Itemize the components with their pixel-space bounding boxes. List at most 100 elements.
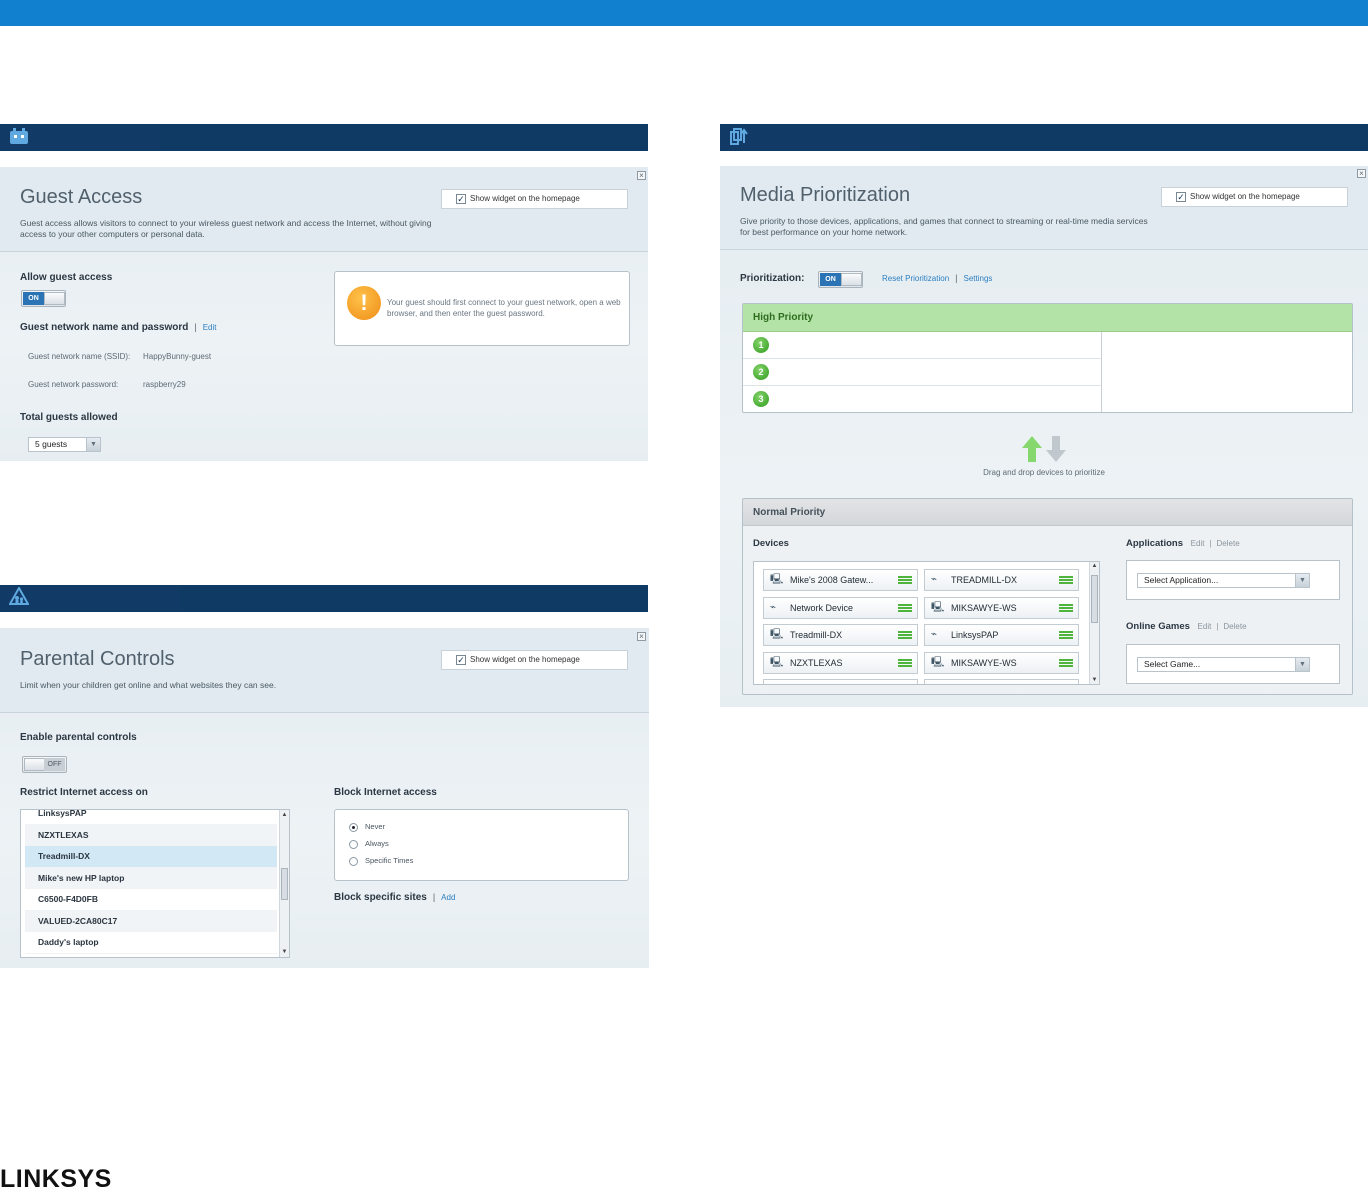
radio-never[interactable]: Never xyxy=(349,822,385,832)
media-prioritization-section-tab xyxy=(720,126,920,150)
device-name: Network Device xyxy=(790,602,854,613)
drag-handle-icon[interactable] xyxy=(898,658,912,667)
allow-guest-access-label: Allow guest access xyxy=(20,272,113,283)
device-chip[interactable]: 🖳 MIKSAWYE-WS xyxy=(924,651,1079,674)
show-widget-label: Show widget on the homepage xyxy=(470,655,580,664)
drag-arrows-icon xyxy=(1020,434,1072,464)
router-icon: ⌁ xyxy=(931,574,938,585)
device-list-scrollbar[interactable]: ▲ ▼ xyxy=(279,810,289,957)
list-item[interactable]: C6500-F4D0FB xyxy=(25,889,277,911)
device-chip[interactable]: 🖳 NZXTLEXAS xyxy=(763,651,918,674)
show-widget-checkbox[interactable]: ✓ Show widget on the homepage xyxy=(1161,187,1348,207)
scroll-thumb[interactable] xyxy=(1091,575,1098,623)
media-prioritization-panel: × Media Prioritization Give priority to … xyxy=(720,166,1368,707)
radio-selected-icon xyxy=(349,822,358,832)
drag-handle-icon[interactable] xyxy=(1059,631,1073,639)
select-game-dropdown[interactable]: Select Game... ▼ xyxy=(1137,657,1310,672)
select-application-dropdown[interactable]: Select Application... ▼ xyxy=(1137,573,1310,588)
radio-never-label: Never xyxy=(365,822,386,831)
settings-link[interactable]: Settings xyxy=(963,274,992,283)
device-chip[interactable]: 🖳 Mike's 2008 Gatew... xyxy=(763,569,918,591)
normal-priority-box: Normal Priority Devices 🖳 Mike's 2008 Gat… xyxy=(742,498,1353,695)
drag-handle-icon[interactable] xyxy=(1059,603,1073,612)
list-item[interactable]: LinksysPAP xyxy=(25,810,277,825)
scroll-thumb[interactable] xyxy=(281,868,288,900)
high-priority-box: High Priority 1 2 3 xyxy=(742,303,1353,413)
device-chip[interactable]: 🖳 MIKSAWYE-WS xyxy=(924,596,1079,619)
block-specific-sites-label: Block specific sites | Add xyxy=(334,892,455,903)
parental-controls-toggle[interactable]: OFF xyxy=(22,756,67,773)
list-item[interactable]: NZXTLEXAS xyxy=(25,824,277,846)
online-games-edit-link[interactable]: Edit xyxy=(1198,622,1212,631)
show-widget-label: Show widget on the homepage xyxy=(1190,192,1300,201)
computer-icon: 🖳 xyxy=(770,656,784,668)
reset-prioritization-link[interactable]: Reset Prioritization xyxy=(882,274,949,283)
device-grid-scrollbar[interactable]: ▲ ▼ xyxy=(1089,562,1099,684)
close-icon[interactable]: × xyxy=(637,171,646,180)
separator: | xyxy=(1216,622,1219,631)
applications-edit-link[interactable]: Edit xyxy=(1191,539,1205,548)
list-item[interactable]: Mike's new HP laptop xyxy=(25,867,277,889)
router-icon: ⌁ xyxy=(931,629,938,640)
prioritization-label: Prioritization: xyxy=(740,273,805,284)
computer-icon: 🖳 xyxy=(770,574,784,585)
online-games-header: Online Games Edit | Delete xyxy=(1126,621,1247,632)
device-name: LinksysPAP xyxy=(951,630,999,640)
drag-handle-icon[interactable] xyxy=(1059,576,1073,584)
list-item[interactable]: Treadmill-DX xyxy=(25,846,277,868)
device-chip[interactable]: ⌁ LinksysPAP xyxy=(924,624,1079,646)
guest-access-description: Guest access allows visitors to connect … xyxy=(20,218,432,239)
show-widget-checkbox[interactable]: ✓ Show widget on the homepage xyxy=(441,189,628,209)
list-item[interactable]: Daddy's laptop xyxy=(25,932,277,954)
priority-number-2: 2 xyxy=(753,364,769,380)
notice-text: Your guest should first connect to your … xyxy=(387,298,621,318)
device-chip[interactable]: ⌁ Network Device xyxy=(763,596,918,619)
separator: | xyxy=(955,273,958,283)
scroll-down-icon[interactable]: ▼ xyxy=(1090,677,1099,683)
applications-delete-link[interactable]: Delete xyxy=(1217,539,1240,548)
device-grid[interactable]: 🖳 Mike's 2008 Gatew... ⌁ TREADMILL-DX ⌁ Netwo… xyxy=(753,561,1100,685)
checkbox-checked-icon: ✓ xyxy=(456,655,466,665)
list-item[interactable]: VALUED-2CA80C17 xyxy=(25,910,277,932)
radio-specific-times[interactable]: Specific Times xyxy=(349,856,413,866)
edit-link[interactable]: Edit xyxy=(203,323,217,332)
drag-handle-icon[interactable] xyxy=(1059,658,1073,667)
name-password-text: Guest network name and password xyxy=(20,322,189,333)
scroll-up-icon[interactable]: ▲ xyxy=(1090,563,1099,569)
radio-always-label: Always xyxy=(365,839,389,848)
guest-access-toggle[interactable]: ON xyxy=(21,290,66,307)
device-chip[interactable]: 🖳 Treadmill-DX xyxy=(763,624,918,646)
priority-slot-3[interactable]: 3 xyxy=(743,386,1101,412)
separator: | xyxy=(1209,539,1212,548)
prioritization-toggle[interactable]: ON xyxy=(818,271,863,288)
scroll-down-icon[interactable]: ▼ xyxy=(280,949,289,955)
device-name: Mike's 2008 Gatew... xyxy=(790,575,874,585)
drag-handle-icon[interactable] xyxy=(898,576,912,584)
select-game-value: Select Game... xyxy=(1144,659,1201,669)
high-priority-header: High Priority xyxy=(743,304,1352,332)
toggle-on-label: ON xyxy=(820,273,841,286)
device-chip-partial[interactable] xyxy=(763,679,918,684)
drag-handle-icon[interactable] xyxy=(898,631,912,639)
device-chip-partial[interactable] xyxy=(924,679,1079,684)
online-games-box: Select Game... ▼ xyxy=(1126,644,1340,684)
add-link[interactable]: Add xyxy=(441,893,455,902)
radio-specific-times-label: Specific Times xyxy=(365,856,414,865)
close-icon[interactable]: × xyxy=(637,632,646,641)
radio-always[interactable]: Always xyxy=(349,839,389,849)
priority-slot-1[interactable]: 1 xyxy=(743,332,1101,359)
close-icon[interactable]: × xyxy=(1357,169,1366,178)
drag-handle-icon[interactable] xyxy=(898,603,912,612)
password-value: raspberry29 xyxy=(143,380,186,389)
applications-label: Applications xyxy=(1126,538,1184,549)
online-games-delete-link[interactable]: Delete xyxy=(1223,622,1246,631)
show-widget-checkbox[interactable]: ✓ Show widget on the homepage xyxy=(441,650,628,670)
computer-icon: 🖳 xyxy=(931,656,945,668)
priority-slot-2[interactable]: 2 xyxy=(743,359,1101,386)
total-guests-select[interactable]: 5 guests ▼ xyxy=(28,437,101,452)
device-list[interactable]: LinksysPAP NZXTLEXAS Treadmill-DX Mike's ne… xyxy=(20,809,290,958)
scroll-up-icon[interactable]: ▲ xyxy=(280,812,289,818)
chevron-down-icon: ▼ xyxy=(86,438,100,451)
block-options-box: Never Always Specific Times xyxy=(334,809,629,881)
device-chip[interactable]: ⌁ TREADMILL-DX xyxy=(924,569,1079,591)
